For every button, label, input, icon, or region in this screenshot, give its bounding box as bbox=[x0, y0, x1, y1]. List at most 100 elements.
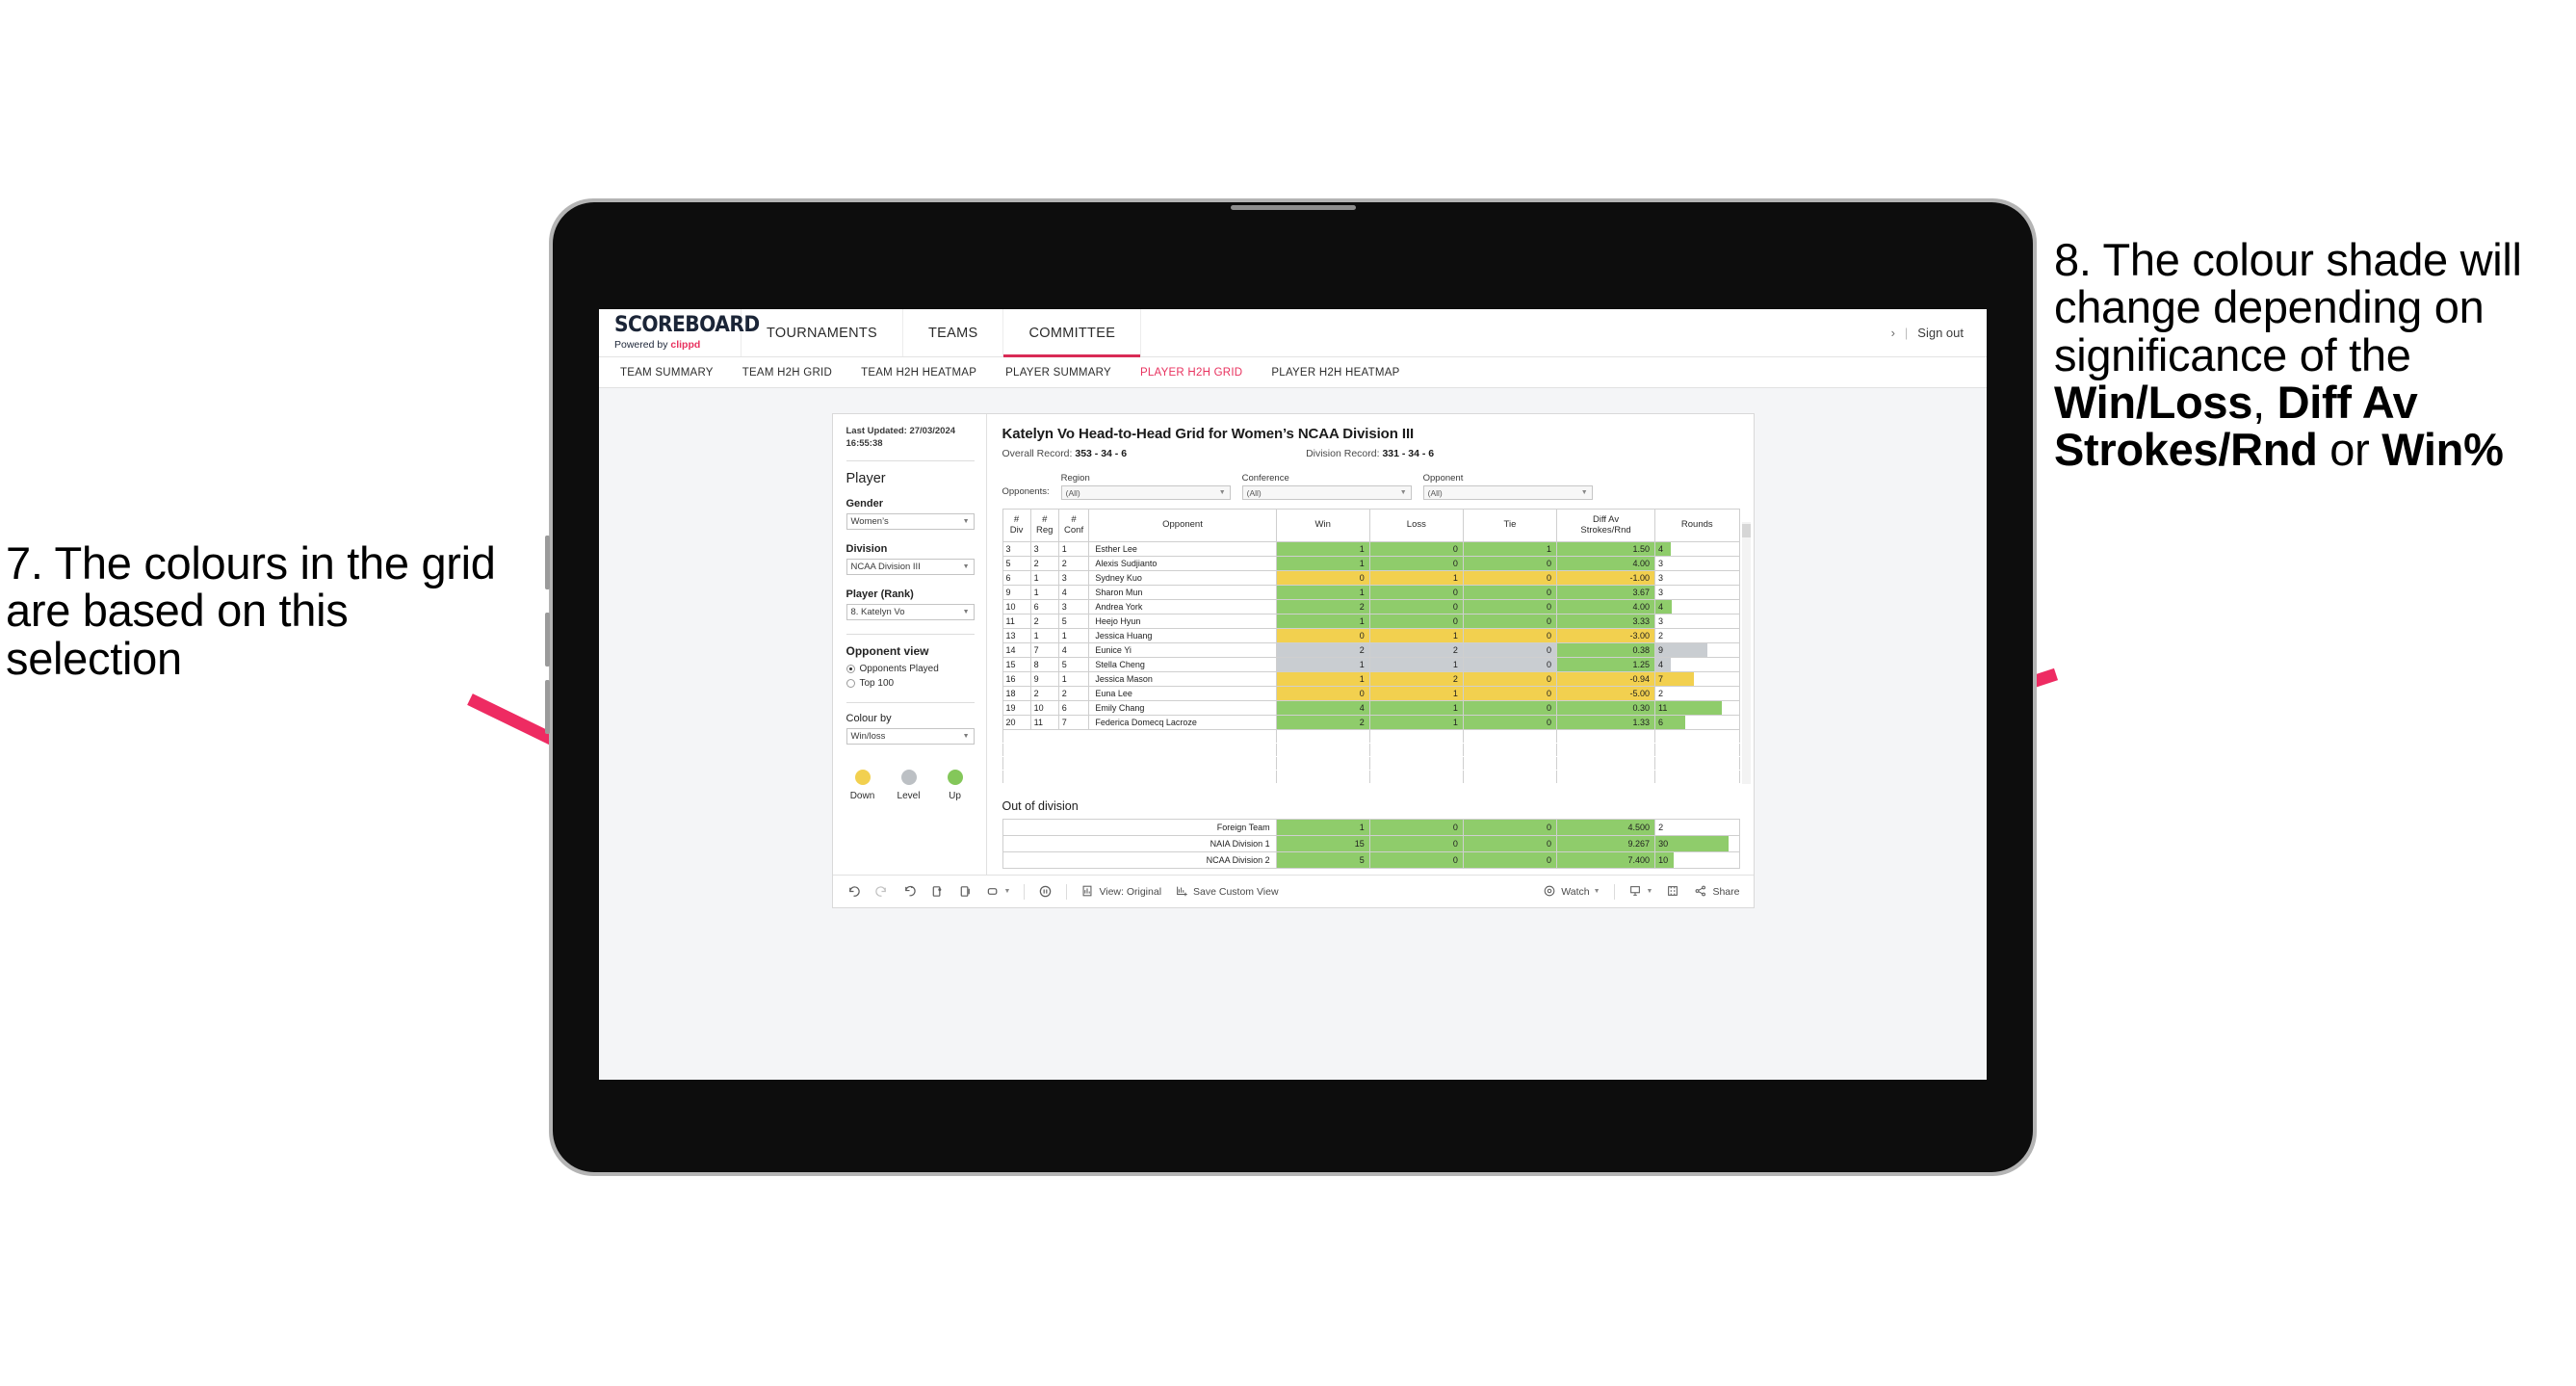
cell-diff: 0.38 bbox=[1556, 642, 1656, 658]
cell-tie: 0 bbox=[1462, 628, 1558, 643]
cell-tie: 0 bbox=[1462, 686, 1558, 701]
radio-opponents-played[interactable]: Opponents Played bbox=[846, 664, 975, 674]
cell-conf: 4 bbox=[1057, 642, 1090, 658]
gender-select[interactable]: Women’s ▼ bbox=[846, 512, 975, 530]
cell-win: 1 bbox=[1275, 541, 1370, 557]
cell-ood-label: NAIA Division 1 bbox=[1002, 835, 1277, 852]
h2h-grid-table: #Div #Reg #Conf Opponent Win Loss Tie bbox=[1002, 509, 1740, 784]
opponent-view-filter: Opponent view Opponents Played Top 100 bbox=[846, 644, 975, 689]
table-row[interactable]: 6 1 3 Sydney Kuo 0 1 0 -1.00 3 bbox=[1002, 570, 1740, 586]
table-row-empty bbox=[1002, 729, 1740, 744]
subnav-team-h2h-grid[interactable]: TEAM H2H GRID bbox=[742, 367, 832, 379]
dashboard-body: Last Updated: 27/03/2024 16:55:38 Player… bbox=[833, 414, 1754, 875]
opponent-select[interactable]: (All) ▼ bbox=[1422, 485, 1593, 500]
table-row[interactable]: 11 2 5 Heejo Hyun 1 0 0 3.33 3 bbox=[1002, 614, 1740, 629]
division-select[interactable]: NCAA Division III ▼ bbox=[846, 558, 975, 575]
player-rank-select[interactable]: 8. Katelyn Vo ▼ bbox=[846, 603, 975, 620]
device-button-power[interactable] bbox=[545, 680, 550, 734]
nav-item-teams[interactable]: TEAMS bbox=[903, 309, 1004, 356]
cell-win: 0 bbox=[1275, 628, 1370, 643]
region-select[interactable]: (All) ▼ bbox=[1060, 485, 1231, 500]
table-row[interactable]: NAIA Division 1 15 0 0 9.267 30 bbox=[1002, 835, 1740, 852]
cell-opponent: Jessica Huang bbox=[1088, 628, 1277, 643]
chevron-right-icon[interactable]: › bbox=[1891, 326, 1895, 340]
table-row[interactable]: Foreign Team 1 0 0 4.500 2 bbox=[1002, 819, 1740, 836]
table-row[interactable]: 13 1 1 Jessica Huang 0 1 0 -3.00 2 bbox=[1002, 628, 1740, 643]
cell-ood-rounds: 10 bbox=[1654, 851, 1740, 869]
sidebar-divider-1 bbox=[846, 459, 975, 461]
pause-icon[interactable] bbox=[1038, 884, 1053, 899]
device-button-volume-down[interactable] bbox=[545, 613, 550, 667]
cell-loss: 0 bbox=[1368, 599, 1464, 615]
table-row[interactable]: 3 3 1 Esther Lee 1 0 1 1.50 4 bbox=[1002, 541, 1740, 557]
table-row[interactable]: 18 2 2 Euna Lee 0 1 0 -5.00 2 bbox=[1002, 686, 1740, 701]
subnav-team-h2h-heatmap[interactable]: TEAM H2H HEATMAP bbox=[861, 367, 976, 379]
revert-icon[interactable] bbox=[902, 884, 917, 899]
cell-win: 4 bbox=[1275, 700, 1370, 716]
table-row[interactable]: 5 2 2 Alexis Sudjianto 1 0 0 4.00 3 bbox=[1002, 556, 1740, 571]
cell-loss: 1 bbox=[1368, 700, 1464, 716]
grid-scrollbar-track[interactable] bbox=[1741, 522, 1751, 784]
brand-subtitle: Powered by clippd bbox=[614, 339, 741, 351]
primary-nav: TOURNAMENTS TEAMS COMMITTEE bbox=[742, 309, 1142, 357]
save-custom-view-button[interactable]: Save Custom View bbox=[1175, 884, 1279, 899]
table-row[interactable]: 16 9 1 Jessica Mason 1 2 0 -0.94 7 bbox=[1002, 671, 1740, 687]
cell-reg: 8 bbox=[1029, 657, 1059, 672]
cell-tie: 0 bbox=[1462, 556, 1558, 571]
nav-item-tournaments[interactable]: TOURNAMENTS bbox=[742, 309, 904, 356]
redo-icon[interactable] bbox=[874, 884, 889, 899]
cell-ood-diff: 7.400 bbox=[1556, 851, 1656, 869]
region-value: (All) bbox=[1065, 487, 1080, 498]
cell-conf: 5 bbox=[1057, 614, 1090, 629]
table-row[interactable]: 15 8 5 Stella Cheng 1 1 0 1.25 4 bbox=[1002, 657, 1740, 672]
device-preview-icon[interactable] bbox=[986, 884, 1001, 899]
table-row[interactable]: NCAA Division 2 5 0 0 7.400 10 bbox=[1002, 851, 1740, 869]
radio-top-100[interactable]: Top 100 bbox=[846, 678, 975, 689]
refresh-icon[interactable] bbox=[930, 884, 945, 899]
toolbar-divider-2 bbox=[1066, 883, 1068, 900]
colour-by-select[interactable]: Win/loss ▼ bbox=[846, 727, 975, 745]
cell-opponent: Sharon Mun bbox=[1088, 585, 1277, 600]
subnav-player-summary[interactable]: PLAYER SUMMARY bbox=[1005, 367, 1111, 379]
grid-scrollbar-thumb[interactable] bbox=[1741, 524, 1751, 537]
cell-tie: 0 bbox=[1462, 657, 1558, 672]
undo-icon[interactable] bbox=[846, 884, 861, 899]
watch-button[interactable]: Watch ▼ bbox=[1543, 884, 1600, 899]
pause-auto-update-icon[interactable] bbox=[958, 884, 973, 899]
chevron-down-icon[interactable]: ▼ bbox=[1004, 888, 1011, 895]
records-row: Overall Record: 353 - 34 - 6 Division Re… bbox=[1002, 448, 1740, 459]
fullscreen-icon[interactable] bbox=[1666, 884, 1680, 899]
cell-win: 0 bbox=[1275, 686, 1370, 701]
viz-toolbar: ▼ View: Original Save Custom View Watch … bbox=[832, 875, 1754, 907]
sign-out-link[interactable]: Sign out bbox=[1917, 326, 1964, 340]
nav-item-committee[interactable]: COMMITTEE bbox=[1003, 309, 1142, 357]
col-loss: Loss bbox=[1368, 509, 1464, 542]
subscribe-button[interactable]: ▼ bbox=[1628, 884, 1652, 899]
table-row[interactable]: 19 10 6 Emily Chang 4 1 0 0.30 11 bbox=[1002, 700, 1740, 716]
cell-diff: 3.67 bbox=[1556, 585, 1656, 600]
cell-opponent: Heejo Hyun bbox=[1088, 614, 1277, 629]
conference-select[interactable]: (All) ▼ bbox=[1241, 485, 1412, 500]
share-button[interactable]: Share bbox=[1694, 884, 1740, 899]
device-button-volume-up[interactable] bbox=[545, 536, 550, 589]
tablet-bezel: SCOREBOARD Powered by clippd TOURNAMENTS… bbox=[553, 202, 2033, 1172]
cell-diff: -3.00 bbox=[1556, 628, 1656, 643]
brand-clippd-link[interactable]: clippd bbox=[670, 339, 700, 351]
cell-win: 1 bbox=[1275, 614, 1370, 629]
cell-conf: 4 bbox=[1057, 585, 1090, 600]
cell-conf: 3 bbox=[1057, 599, 1090, 615]
subnav-team-summary[interactable]: TEAM SUMMARY bbox=[620, 367, 714, 379]
table-row[interactable]: 14 7 4 Eunice Yi 2 2 0 0.38 9 bbox=[1002, 642, 1740, 658]
view-original-button[interactable]: View: Original bbox=[1080, 884, 1161, 899]
table-row[interactable]: 10 6 3 Andrea York 2 0 0 4.00 4 bbox=[1002, 599, 1740, 615]
table-row[interactable]: 20 11 7 Federica Domecq Lacroze 2 1 0 1.33 6 bbox=[1002, 715, 1740, 730]
chevron-down-icon: ▼ bbox=[1218, 489, 1226, 496]
table-row[interactable]: 9 1 4 Sharon Mun 1 0 0 3.67 3 bbox=[1002, 585, 1740, 600]
subnav-player-h2h-heatmap[interactable]: PLAYER H2H HEATMAP bbox=[1271, 367, 1399, 379]
brand-logo[interactable]: SCOREBOARD Powered by clippd bbox=[599, 309, 760, 356]
colour-by-label: Colour by bbox=[846, 712, 892, 724]
brand-title: SCOREBOARD bbox=[614, 313, 760, 337]
sidebar-divider-2 bbox=[846, 633, 975, 635]
subnav-player-h2h-grid[interactable]: PLAYER H2H GRID bbox=[1140, 367, 1242, 379]
radio-top-100-label: Top 100 bbox=[859, 677, 895, 689]
